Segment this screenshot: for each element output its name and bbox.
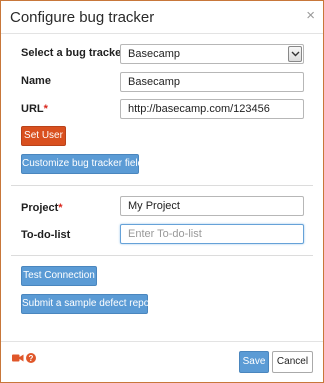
footer-separator xyxy=(1,341,323,342)
video-camera-icon[interactable] xyxy=(12,350,24,368)
todo-list-label: To-do-list xyxy=(21,229,71,241)
set-user-button[interactable]: Set User xyxy=(21,126,66,146)
required-mark: * xyxy=(58,202,63,214)
configure-bug-tracker-dialog: Configure bug tracker × Select a bug tra… xyxy=(0,0,324,383)
help-icon[interactable]: ? xyxy=(26,350,36,368)
url-field[interactable] xyxy=(120,99,304,119)
todo-list-field[interactable] xyxy=(120,224,304,244)
project-label: Project* xyxy=(21,202,63,214)
divider xyxy=(11,255,313,256)
close-icon[interactable]: × xyxy=(306,6,315,26)
name-label: Name xyxy=(21,75,51,87)
project-field[interactable] xyxy=(120,196,304,216)
svg-text:?: ? xyxy=(29,354,34,363)
project-label-text: Project xyxy=(21,202,59,214)
dialog-header: Configure bug tracker × xyxy=(1,1,323,34)
tracker-select[interactable]: Basecamp xyxy=(120,44,304,64)
dialog-title: Configure bug tracker xyxy=(10,9,155,26)
tracker-selected-value: Basecamp xyxy=(128,48,180,60)
divider xyxy=(11,185,313,186)
url-label-text: URL xyxy=(21,103,44,115)
customize-fields-button[interactable]: Customize bug tracker fields xyxy=(21,154,148,174)
required-mark: * xyxy=(43,103,48,115)
cancel-button[interactable]: Cancel xyxy=(272,351,313,373)
save-button[interactable]: Save xyxy=(239,351,269,373)
tracker-label: Select a bug tracker xyxy=(21,47,126,59)
test-connection-button[interactable]: Test Connection xyxy=(21,266,97,286)
chevron-down-icon[interactable] xyxy=(288,46,302,62)
name-field[interactable] xyxy=(120,72,304,92)
url-label: URL* xyxy=(21,103,48,115)
submit-sample-report-button[interactable]: Submit a sample defect report xyxy=(21,294,155,314)
